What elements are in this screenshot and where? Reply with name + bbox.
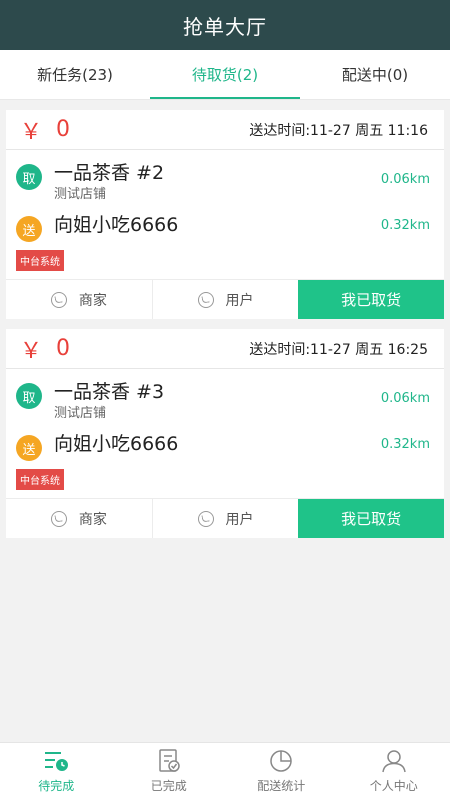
phone-icon <box>197 510 214 527</box>
nav-label-stats: 配送统计 <box>257 779 306 793</box>
phone-icon <box>50 291 67 308</box>
pickup-distance: 0.06km <box>380 172 430 187</box>
order-list: ￥ 0 送达时间:11-27 周五 11:16 取 一品茶香 #2 测试店铺 0… <box>0 100 450 538</box>
nav-item-stats[interactable]: 配送统计 <box>225 743 338 800</box>
user-icon <box>382 750 406 773</box>
nav-label-pending: 待完成 <box>38 779 75 793</box>
tab-awaiting-pickup[interactable]: 待取货(2) <box>150 50 300 99</box>
tab-new-tasks[interactable]: 新任务(23) <box>0 50 150 99</box>
nav-item-pending[interactable]: 待完成 <box>0 743 113 800</box>
order-card-header: ￥ 0 送达时间:11-27 周五 16:25 <box>6 329 444 369</box>
pickup-badge: 取 <box>16 164 42 190</box>
pickup-row: 取 一品茶香 #2 测试店铺 0.06km <box>16 160 430 204</box>
currency-symbol: ￥ <box>20 119 43 145</box>
delivery-deadline: 送达时间:11-27 周五 16:25 <box>249 341 428 358</box>
delivery-shop-name: 向姐小吃6666 <box>54 433 179 455</box>
call-merchant-label: 商家 <box>78 511 107 528</box>
delivery-deadline: 送达时间:11-27 周五 11:16 <box>249 122 428 139</box>
call-user-button[interactable]: 用户 <box>151 280 299 319</box>
order-card-body: 取 一品茶香 #3 测试店铺 0.06km 送 向姐小吃6666 0.32km … <box>6 369 444 498</box>
price-value: 0 <box>56 117 71 142</box>
order-card-body: 取 一品茶香 #2 测试店铺 0.06km 送 向姐小吃6666 0.32km … <box>6 150 444 279</box>
nav-item-profile[interactable]: 个人中心 <box>338 743 450 800</box>
order-actions: 商家 用户 我已取货 <box>6 279 445 319</box>
call-merchant-label: 商家 <box>78 292 107 309</box>
call-user-label: 用户 <box>225 511 254 528</box>
delivery-row: 送 向姐小吃6666 0.32km <box>16 431 430 461</box>
tab-delivering[interactable]: 配送中(0) <box>300 50 450 99</box>
phone-icon <box>50 510 67 527</box>
nav-item-completed[interactable]: 已完成 <box>113 743 226 800</box>
confirm-pickup-button[interactable]: 我已取货 <box>298 499 445 538</box>
order-tabs: 新任务(23) 待取货(2) 配送中(0) <box>0 50 450 100</box>
delivery-shop-name: 向姐小吃6666 <box>54 214 179 236</box>
call-merchant-button[interactable]: 商家 <box>6 499 152 538</box>
pickup-shop-name: 一品茶香 #3 <box>54 381 165 403</box>
order-price: ￥ 0 <box>20 114 70 146</box>
delivery-distance: 0.32km <box>380 218 430 233</box>
order-card-header: ￥ 0 送达时间:11-27 周五 11:16 <box>6 110 444 150</box>
nav-label-profile: 个人中心 <box>369 779 418 793</box>
order-card: ￥ 0 送达时间:11-27 周五 11:16 取 一品茶香 #2 测试店铺 0… <box>6 110 445 319</box>
page-title: 抢单大厅 <box>183 14 267 39</box>
confirm-pickup-button[interactable]: 我已取货 <box>298 280 445 319</box>
pie-chart-icon <box>270 750 292 772</box>
call-user-button[interactable]: 用户 <box>151 499 299 538</box>
phone-icon <box>197 291 214 308</box>
pickup-shop-subtitle: 测试店铺 <box>54 406 107 421</box>
source-tag: 中台系统 <box>16 469 64 490</box>
app-header: 抢单大厅 <box>0 0 450 50</box>
order-actions: 商家 用户 我已取货 <box>6 498 445 538</box>
bottom-navigation: 待完成 已完成 配送统计 个人中心 <box>0 742 450 800</box>
nav-label-completed: 已完成 <box>150 779 187 793</box>
source-tag: 中台系统 <box>16 250 64 271</box>
pending-list-icon <box>45 752 69 771</box>
pickup-row: 取 一品茶香 #3 测试店铺 0.06km <box>16 379 430 423</box>
delivery-badge: 送 <box>16 216 42 242</box>
call-user-label: 用户 <box>225 292 254 309</box>
delivery-distance: 0.32km <box>380 437 430 452</box>
price-value: 0 <box>56 336 71 361</box>
completed-doc-icon <box>159 749 180 772</box>
order-card: ￥ 0 送达时间:11-27 周五 16:25 取 一品茶香 #3 测试店铺 0… <box>6 329 445 538</box>
order-price: ￥ 0 <box>20 333 70 365</box>
delivery-badge: 送 <box>16 435 42 461</box>
call-merchant-button[interactable]: 商家 <box>6 280 152 319</box>
pickup-shop-name: 一品茶香 #2 <box>54 162 165 184</box>
pickup-distance: 0.06km <box>380 391 430 406</box>
pickup-badge: 取 <box>16 383 42 409</box>
pickup-shop-subtitle: 测试店铺 <box>54 187 107 202</box>
currency-symbol: ￥ <box>20 338 43 364</box>
delivery-row: 送 向姐小吃6666 0.32km <box>16 212 430 242</box>
